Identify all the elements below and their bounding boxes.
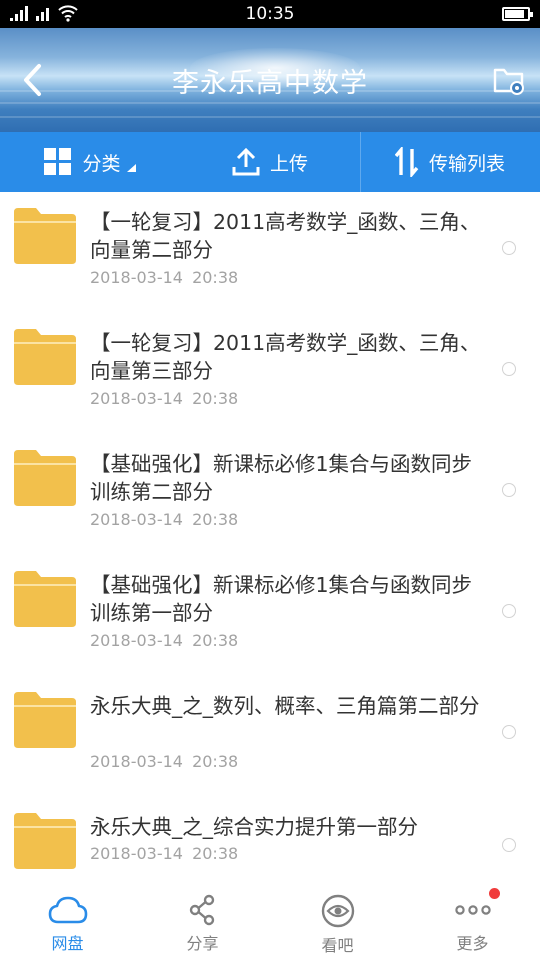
select-radio[interactable] (502, 604, 516, 618)
file-date: 2018-03-14 20:38 (90, 631, 239, 650)
nav-label: 更多 (456, 934, 489, 953)
folder-icon (14, 450, 76, 506)
transfer-arrows-icon (394, 147, 419, 177)
file-row[interactable]: 永乐大典_之_数列、概率、三角篇第二部分 2018-03-14 20:38 (0, 676, 540, 797)
nav-label: 分享 (186, 934, 219, 953)
file-date: 2018-03-14 20:38 (90, 752, 239, 771)
file-name: 【基础强化】新课标必修1集合与函数同步训练第一部分 (90, 573, 473, 625)
page-title: 李永乐高中数学 (172, 68, 368, 99)
select-radio[interactable] (502, 838, 516, 852)
folder-icon (14, 813, 76, 869)
notification-badge (489, 888, 500, 899)
nav-label: 看吧 (321, 936, 354, 955)
folder-icon (14, 329, 76, 385)
folder-icon (14, 692, 76, 748)
folder-icon (14, 571, 76, 627)
nav-more[interactable]: 更多 (405, 878, 540, 960)
nav-share[interactable]: 分享 (135, 878, 270, 960)
file-name: 永乐大典_之_综合实力提升第一部分 (90, 815, 418, 839)
file-date: 2018-03-14 20:38 (90, 268, 239, 287)
file-row[interactable]: 【一轮复习】2011高考数学_函数、三角、向量第二部分 2018-03-14 2… (0, 192, 540, 313)
file-date: 2018-03-14 20:38 (90, 389, 239, 408)
grid-icon (44, 148, 72, 175)
file-name: 【一轮复习】2011高考数学_函数、三角、向量第二部分 (90, 210, 481, 262)
file-name: 【一轮复习】2011高考数学_函数、三角、向量第三部分 (90, 331, 481, 383)
toolbar: 分类 上传 传输列表 (0, 132, 540, 192)
file-row[interactable]: 【一轮复习】2011高考数学_函数、三角、向量第三部分 2018-03-14 2… (0, 313, 540, 434)
transfer-label: 传输列表 (428, 152, 505, 175)
eye-icon (321, 894, 354, 928)
upload-button[interactable]: 上传 (180, 132, 360, 192)
status-time: 10:35 (245, 4, 295, 24)
select-radio[interactable] (502, 362, 516, 376)
file-name: 【基础强化】新课标必修1集合与函数同步训练第二部分 (90, 452, 473, 504)
more-icon (454, 905, 491, 915)
battery-icon (502, 7, 533, 21)
nav-netdisk[interactable]: 网盘 (0, 878, 135, 960)
select-radio[interactable] (502, 725, 516, 739)
nav-watch[interactable]: 看吧 (270, 878, 405, 960)
folder-icon (14, 208, 76, 264)
file-name: 永乐大典_之_数列、概率、三角篇第二部分 (90, 694, 480, 718)
category-button[interactable]: 分类 (0, 132, 180, 192)
file-date: 2018-03-14 20:38 (90, 510, 239, 529)
dropdown-triangle-icon (126, 164, 136, 172)
file-row[interactable]: 【基础强化】新课标必修1集合与函数同步训练第一部分 2018-03-14 20:… (0, 555, 540, 676)
app-header: 李永乐高中数学 (0, 28, 540, 132)
select-radio[interactable] (502, 241, 516, 255)
file-list: 【一轮复习】2011高考数学_函数、三角、向量第二部分 2018-03-14 2… (0, 192, 540, 877)
bottom-nav: 网盘 分享 看吧 更多 (0, 878, 540, 960)
category-label: 分类 (82, 152, 121, 175)
file-row[interactable]: 【基础强化】新课标必修1集合与函数同步训练第二部分 2018-03-14 20:… (0, 434, 540, 555)
select-radio[interactable] (502, 483, 516, 497)
upload-label: 上传 (269, 152, 308, 175)
folder-settings-icon[interactable] (492, 64, 526, 96)
file-date: 2018-03-14 20:38 (90, 844, 239, 863)
status-bar: 10:35 (0, 0, 540, 28)
cloud-icon (48, 896, 87, 924)
transfer-list-button[interactable]: 传输列表 (360, 132, 540, 192)
nav-label: 网盘 (51, 934, 84, 953)
upload-icon (232, 148, 260, 176)
share-icon (189, 894, 214, 926)
file-row[interactable]: 永乐大典_之_综合实力提升第一部分 2018-03-14 20:38 (0, 797, 540, 877)
